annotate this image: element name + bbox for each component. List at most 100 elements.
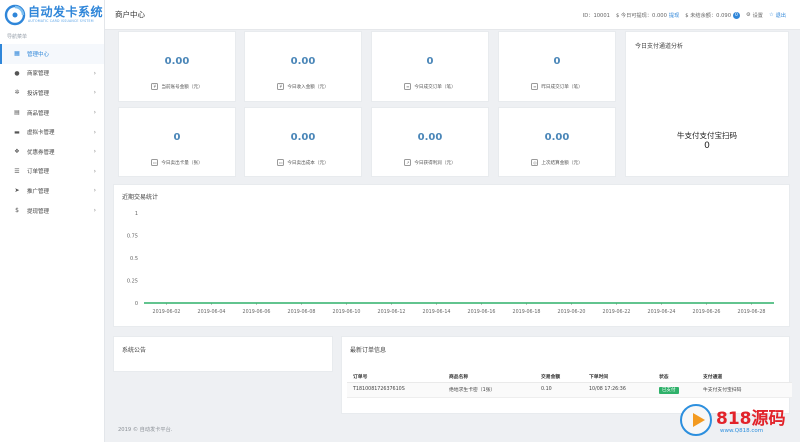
chevron-right-icon: ›	[93, 167, 96, 175]
gear-icon: ✲	[14, 89, 20, 97]
stat-card-today-income: 0.00 ¥ 今日收入金额（元）	[244, 31, 362, 102]
footer: 2019 © 自动发卡平台.	[118, 427, 173, 433]
x-tick-label: 2019-06-26	[693, 309, 721, 315]
trend-chart-panel: 近期交易统计 1 0.75 0.5 0.25 0 2019-06-02 2019-06-04…	[113, 184, 790, 327]
unsettled-badge: 0	[733, 11, 740, 19]
card-stack-icon: ▭	[151, 159, 159, 166]
stat-value: 0.00	[544, 132, 570, 143]
column-header: 下单时间	[583, 371, 653, 383]
logout-button[interactable]: ☆ 退出	[769, 12, 786, 19]
send-icon: ➤	[14, 187, 20, 195]
y-tick-label: 0.75	[127, 233, 138, 239]
nav-list: ▦ 管理中心 ● 商家管理 › ✲ 投诉管理 › ▤ 商品管理 › ▬ 虚拟卡管理 › ❖ 优惠券管…	[0, 44, 104, 220]
sidebar-item-virtual-cards[interactable]: ▬ 虚拟卡管理 ›	[0, 122, 104, 142]
order-number: T181008172637610S	[347, 382, 443, 398]
column-header: 交易金额	[535, 371, 583, 383]
order-icon: ≡	[404, 83, 412, 90]
system-notice-panel: 系统公告	[113, 336, 333, 372]
stat-label: ↗ 今日获得利润（元）	[372, 159, 488, 166]
stat-label-text: 昨日成交订单（笔）	[541, 84, 583, 90]
sidebar-item-dashboard[interactable]: ▦ 管理中心	[0, 44, 104, 64]
table-row[interactable]: T181008172637610S 绝地求生卡密（1张） 0.10 10/08 …	[347, 382, 792, 398]
sidebar-item-withdrawals[interactable]: $ 提现管理 ›	[0, 201, 104, 221]
brand-subtitle: AUTOMATIC CARD ISSUANCE SYSTEM	[28, 19, 94, 23]
sidebar: 自动发卡系统 AUTOMATIC CARD ISSUANCE SYSTEM 导航…	[0, 0, 105, 442]
stat-label: ≡ 昨日成交订单（笔）	[499, 83, 615, 90]
y-tick-label: 0.5	[130, 256, 138, 262]
page-title: 商户中心	[115, 10, 145, 19]
sidebar-item-label: 订单管理	[27, 169, 50, 176]
brand-logo[interactable]: 自动发卡系统 AUTOMATIC CARD ISSUANCE SYSTEM	[0, 0, 104, 30]
sidebar-item-label: 提现管理	[27, 208, 50, 215]
chevron-right-icon: ›	[93, 89, 96, 97]
stat-card-today-orders: 0 ≡ 今日成交订单（笔）	[371, 31, 489, 102]
watermark-url: www.Q818.com	[720, 428, 764, 434]
x-tick-label: 2019-06-16	[468, 309, 496, 315]
x-tick-label: 2019-06-08	[288, 309, 316, 315]
payment-channel-name: 牛支付支付宝扫码	[677, 131, 737, 140]
stat-value: 0.00	[290, 132, 316, 143]
sidebar-item-coupons[interactable]: ❖ 优惠券管理 ›	[0, 142, 104, 162]
profit-icon: ↗	[404, 159, 412, 166]
chevron-right-icon: ›	[93, 109, 96, 117]
panel-title: 系统公告	[122, 347, 147, 354]
chevron-right-icon: ›	[93, 187, 96, 195]
gear-icon: ⚙	[745, 12, 751, 18]
x-tick-label: 2019-06-04	[198, 309, 226, 315]
product-name: 绝地求生卡密（1张）	[443, 382, 535, 398]
stat-label-text: 今日收入金额（元）	[287, 84, 329, 90]
column-header: 支付通道	[697, 371, 792, 383]
order-status: 已支付	[653, 382, 697, 398]
stat-card-yesterday-orders: 0 ≡ 昨日成交订单（笔）	[498, 31, 616, 102]
stat-value: 0.00	[290, 56, 316, 67]
sidebar-item-complaints[interactable]: ✲ 投诉管理 ›	[0, 83, 104, 103]
status-badge: 已支付	[659, 386, 679, 394]
x-tick-label: 2019-06-02	[153, 309, 181, 315]
stat-label: ≡ 今日成交订单（笔）	[372, 83, 488, 90]
stat-card-profit: 0.00 ↗ 今日获得利润（元）	[371, 107, 489, 177]
sidebar-item-merchants[interactable]: ● 商家管理 ›	[0, 64, 104, 84]
grid-icon: ▦	[14, 50, 20, 58]
stat-card-account-balance: 0.00 ¥ 当前账号金额（元）	[118, 31, 236, 102]
withdraw-link[interactable]: 提现	[669, 12, 679, 19]
logo-icon	[4, 4, 26, 26]
stat-label: ¥ 当前账号金额（元）	[119, 83, 235, 90]
stat-label: ▭ 今日卖出卡量（张）	[119, 159, 235, 166]
settings-button[interactable]: ⚙ 设置	[746, 12, 763, 19]
sidebar-item-promotion[interactable]: ➤ 推广管理 ›	[0, 181, 104, 201]
coin-icon: ¥	[277, 83, 285, 90]
stat-label-text: 今日卖出卡量（张）	[161, 160, 203, 166]
y-tick-label: 0	[135, 301, 138, 307]
stat-label-text: 今日获得利润（元）	[414, 160, 456, 166]
y-tick-label: 0.25	[127, 278, 138, 284]
withdrawable-amount: $ 今日可提现：0.000 提现	[616, 12, 679, 19]
x-tick-label: 2019-06-12	[378, 309, 406, 315]
topbar: 商户中心 ID：10001 $ 今日可提现：0.000 提现 $ 未结余额：0.…	[105, 0, 800, 30]
settle-icon: ◎	[531, 159, 539, 166]
chevron-right-icon: ›	[93, 207, 96, 215]
trend-chart: 1 0.75 0.5 0.25 0 2019-06-02 2019-06-04 2019-06…	[127, 211, 774, 315]
stat-label-text: 上次结算金额（元）	[541, 160, 583, 166]
stat-card-last-settlement: 0.00 ◎ 上次结算金额（元）	[498, 107, 616, 177]
chevron-right-icon: ›	[93, 148, 96, 156]
sidebar-item-orders[interactable]: ☰ 订单管理 ›	[0, 162, 104, 182]
stat-value: 0.00	[164, 56, 190, 67]
column-header: 状态	[653, 371, 697, 383]
order-time: 10/08 17:26:36	[583, 382, 653, 398]
payment-channel-value: 0	[704, 141, 710, 151]
y-tick-label: 1	[135, 211, 138, 217]
stat-value: 0.00	[417, 132, 443, 143]
gift-icon: ❖	[14, 148, 20, 156]
stat-card-cost: 0.00 ▭ 今日卖出成本（元）	[244, 107, 362, 177]
table-header-row: 订单号 商品名称 交易金额 下单时间 状态 支付通道	[347, 371, 792, 383]
x-tick-label: 2019-06-24	[648, 309, 676, 315]
stat-value: 0	[173, 132, 181, 143]
order-history-icon: ≡	[531, 83, 539, 90]
x-tick-label: 2019-06-14	[423, 309, 451, 315]
sidebar-item-label: 管理中心	[27, 51, 50, 58]
sidebar-item-label: 推广管理	[27, 188, 50, 195]
star-icon: ☆	[768, 12, 774, 18]
play-icon	[680, 404, 712, 436]
sidebar-item-products[interactable]: ▤ 商品管理 ›	[0, 103, 104, 123]
sidebar-item-label: 优惠券管理	[27, 149, 55, 156]
